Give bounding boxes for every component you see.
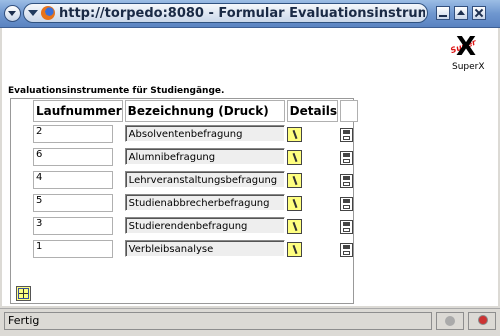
save-button[interactable] (339, 219, 353, 234)
minimize-button[interactable] (436, 6, 450, 20)
table-row: 6 Alumnibefragung (33, 145, 358, 168)
details-button[interactable] (286, 242, 302, 257)
window-title: http://torpedo:8080 - Formular Evaluatio… (59, 6, 425, 21)
row-number: 6 (33, 147, 113, 166)
window-menu-button[interactable] (4, 5, 21, 22)
table-row: 4 Lehrveranstaltungsbefragung (33, 168, 358, 191)
save-button[interactable] (339, 196, 353, 211)
browser-icon (41, 6, 55, 20)
row-number: 5 (33, 193, 113, 212)
details-button[interactable] (286, 219, 302, 234)
row-number: 2 (33, 124, 113, 143)
row-number: 4 (33, 170, 113, 189)
row-description-field[interactable]: Verbleibsanalyse (124, 240, 285, 257)
add-row-icon (18, 288, 29, 299)
details-button[interactable] (286, 173, 302, 188)
status-slot-connection (436, 312, 464, 330)
row-description-field[interactable]: Lehrveranstaltungsbefragung (124, 171, 285, 188)
connection-icon (445, 316, 455, 326)
table-row: 3 Studierendenbefragung (33, 214, 358, 237)
save-button[interactable] (339, 127, 353, 142)
logo-label: SuperX (452, 62, 485, 72)
row-number: 3 (33, 216, 113, 235)
status-text: Fertig (4, 312, 432, 330)
row-description-field[interactable]: Alumnibefragung (124, 148, 285, 165)
row-description-field[interactable]: Absolventenbefragung (124, 125, 285, 142)
table-row: 2 Absolventenbefragung (33, 122, 358, 145)
maximize-button[interactable] (454, 6, 468, 20)
security-icon[interactable] (478, 315, 488, 325)
details-button[interactable] (286, 196, 302, 211)
save-button[interactable] (339, 150, 353, 165)
row-description-field[interactable]: Studierendenbefragung (124, 217, 285, 234)
row-description-field[interactable]: Studienabbrecherbefragung (124, 194, 285, 211)
save-button[interactable] (339, 173, 353, 188)
instruments-table: Laufnummer Bezeichnung (Druck) Details 2… (31, 100, 360, 260)
save-button[interactable] (339, 242, 353, 257)
table-row: 5 Studienabbrecherbefragung (33, 191, 358, 214)
details-button[interactable] (286, 150, 302, 165)
column-header-details: Details (286, 100, 338, 122)
column-header-number: Laufnummer (33, 100, 123, 122)
window-titlebar: http://torpedo:8080 - Formular Evaluatio… (0, 0, 500, 28)
status-bar: Fertig (0, 308, 500, 336)
page-content: Super X SuperX Evaluationsinstrumente fü… (2, 28, 498, 306)
title-dropdown-icon (28, 10, 38, 16)
add-row-button[interactable] (16, 286, 31, 301)
logo-x-mark: X (456, 32, 477, 62)
column-header-save (339, 100, 358, 122)
table-row: 1 Verbleibsanalyse (33, 237, 358, 260)
column-header-description: Bezeichnung (Druck) (124, 100, 285, 122)
close-button[interactable] (472, 6, 486, 20)
details-button[interactable] (286, 127, 302, 142)
superx-logo: Super X SuperX (448, 32, 490, 72)
window-title-pill[interactable]: http://torpedo:8080 - Formular Evaluatio… (23, 3, 428, 23)
row-number: 1 (33, 239, 113, 258)
status-slot-security[interactable] (468, 312, 496, 330)
page-heading: Evaluationsinstrumente für Studiengänge. (8, 86, 225, 96)
